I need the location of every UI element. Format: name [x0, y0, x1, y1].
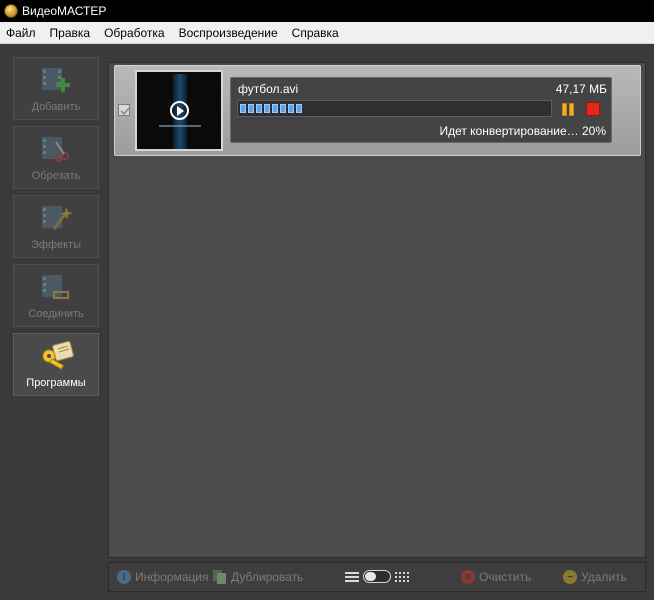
view-mode-toggle[interactable] — [363, 570, 391, 583]
progress-segment — [296, 104, 302, 113]
progress-segment — [256, 104, 262, 113]
progress-segment — [240, 104, 246, 113]
menu-processing[interactable]: Обработка — [97, 22, 172, 44]
join-button[interactable]: Соединить — [13, 264, 99, 327]
progress-segment — [288, 104, 294, 113]
info-button[interactable]: i Информация — [117, 570, 208, 584]
progress-segment — [248, 104, 254, 113]
menu-playback[interactable]: Воспроизведение — [172, 22, 285, 44]
file-size: 47,17 МБ — [555, 82, 607, 96]
conversion-status: Идет конвертирование… 20% — [439, 124, 606, 138]
video-thumbnail[interactable] — [135, 70, 223, 151]
thumbnail-caption-bar — [159, 125, 201, 127]
effects-button[interactable]: Эффекты — [13, 195, 99, 258]
menu-edit[interactable]: Правка — [43, 22, 98, 44]
add-button-label: Добавить — [31, 101, 81, 113]
join-video-icon — [42, 275, 69, 299]
conversion-progress-bar — [237, 100, 552, 117]
cut-button-label: Обрезать — [31, 170, 81, 182]
stop-button[interactable] — [586, 102, 600, 116]
duplicate-button[interactable]: Дублировать — [213, 570, 303, 584]
pause-icon-bar — [562, 103, 567, 116]
progress-fill — [240, 104, 302, 113]
delete-icon: − — [563, 570, 577, 584]
checkmark-icon — [120, 107, 130, 116]
duplicate-icon — [213, 570, 227, 584]
effects-wand-icon — [42, 206, 73, 230]
play-icon[interactable] — [170, 101, 189, 120]
pause-button[interactable] — [562, 103, 574, 116]
file-name: футбол.avi — [238, 82, 299, 96]
join-button-label: Соединить — [28, 308, 84, 320]
delete-button[interactable]: − Удалить — [563, 570, 627, 584]
duplicate-button-label: Дублировать — [231, 570, 304, 584]
title-bar: ВидеоМАСТЕР — [0, 0, 654, 22]
delete-button-label: Удалить — [581, 570, 627, 584]
cut-video-icon — [42, 137, 69, 162]
menu-help[interactable]: Справка — [285, 22, 346, 44]
menu-bar: Файл Правка Обработка Воспроизведение Сп… — [0, 22, 654, 44]
info-button-label: Информация — [135, 570, 209, 584]
effects-button-label: Эффекты — [30, 239, 81, 251]
progress-segment — [272, 104, 278, 113]
key-programs-icon — [42, 341, 74, 370]
programs-button-label: Программы — [26, 377, 86, 389]
cut-button[interactable]: Обрезать — [13, 126, 99, 189]
progress-segment — [280, 104, 286, 113]
clear-icon: ✕ — [461, 570, 475, 584]
pause-icon-bar — [569, 103, 574, 116]
menu-file[interactable]: Файл — [0, 22, 43, 44]
toggle-knob — [365, 572, 376, 581]
app-logo-icon — [4, 4, 18, 18]
file-checkbox[interactable] — [118, 104, 130, 116]
clear-button[interactable]: ✕ Очистить — [461, 570, 531, 584]
window-title: ВидеоМАСТЕР — [22, 4, 107, 18]
add-video-icon — [42, 68, 70, 92]
progress-segment — [264, 104, 270, 113]
programs-button[interactable]: Программы — [13, 333, 99, 396]
add-button[interactable]: Добавить — [13, 57, 99, 120]
info-icon: i — [117, 570, 131, 584]
grid-view-icon[interactable] — [395, 572, 410, 582]
list-view-icon[interactable] — [345, 572, 359, 582]
clear-button-label: Очистить — [479, 570, 532, 584]
